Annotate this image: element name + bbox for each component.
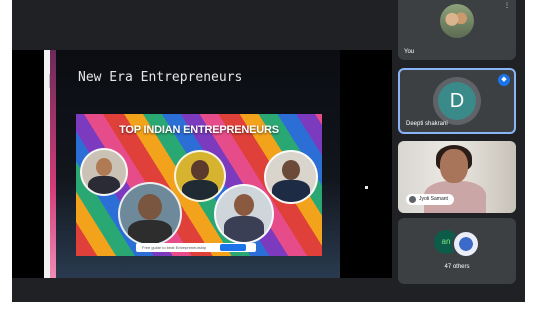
slide-title: New Era Entrepreneurs xyxy=(78,70,243,85)
participant-name-chip: Jyoti Samant xyxy=(406,194,454,205)
participant-name: You xyxy=(404,49,415,55)
entrepreneur-photo xyxy=(118,182,182,246)
poster-banner-text: Free guide to beat Entrepreneurship xyxy=(142,245,207,250)
participant-name: Jyoti Samant xyxy=(419,196,448,202)
avatar xyxy=(452,230,480,258)
more-options-icon[interactable]: ⋮ xyxy=(504,2,510,9)
avatar: D xyxy=(438,82,476,120)
avatar xyxy=(440,4,474,38)
participant-tile-deepti[interactable]: D ◆ Deepti shakrani xyxy=(398,68,516,134)
participant-name: Deepti shakrani xyxy=(406,121,448,127)
poster-title: TOP INDIAN ENTREPRENEURS xyxy=(119,124,279,136)
slide-poster-image: TOP INDIAN ENTREPRENEURS Free guide to b… xyxy=(76,114,322,256)
entrepreneur-photo xyxy=(80,148,128,196)
mic-icon xyxy=(409,196,416,203)
entrepreneur-photo xyxy=(214,184,274,244)
participant-tile-you[interactable]: ⋮ You xyxy=(398,0,516,60)
speaking-indicator-icon: ◆ xyxy=(498,74,510,86)
entrepreneur-photo xyxy=(264,150,318,204)
poster-banner: Free guide to beat Entrepreneurship xyxy=(136,243,256,252)
others-count: 47 others xyxy=(444,264,470,270)
mouse-cursor xyxy=(365,186,368,189)
poster-banner-button xyxy=(220,244,246,251)
participant-tile-others[interactable]: an 47 others xyxy=(398,218,516,284)
meeting-window: New Era Entrepreneurs TOP INDIAN ENTREPR… xyxy=(12,0,525,302)
presented-slide: New Era Entrepreneurs TOP INDIAN ENTREPR… xyxy=(56,50,340,278)
presentation-stage[interactable]: New Era Entrepreneurs TOP INDIAN ENTREPR… xyxy=(12,50,392,278)
participant-tile-jyoti[interactable]: Jyoti Samant xyxy=(398,141,516,213)
entrepreneur-photo xyxy=(174,150,226,202)
